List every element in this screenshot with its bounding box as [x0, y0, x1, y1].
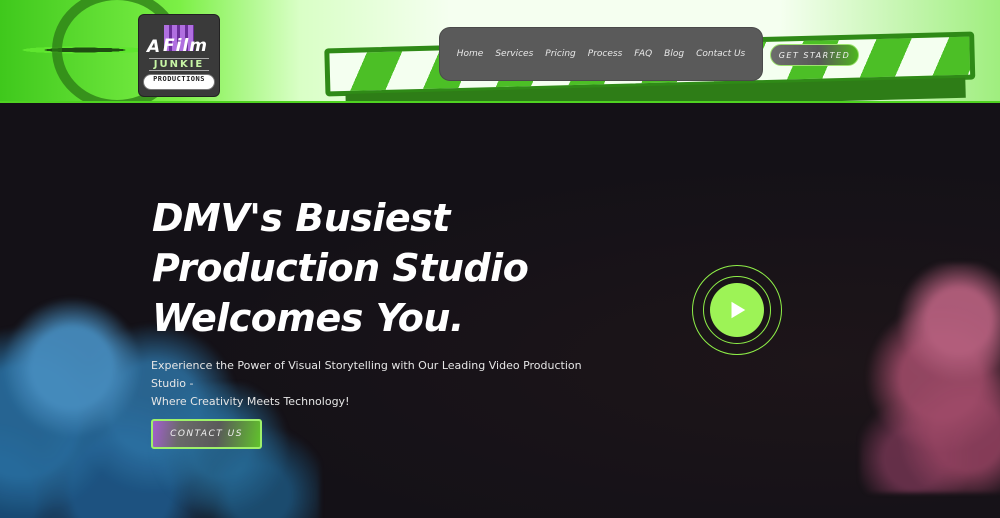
logo-text-a: A [147, 37, 161, 57]
logo-text-film: Film [163, 36, 208, 56]
play-icon [731, 301, 746, 319]
get-started-button[interactable]: GET STARTED [770, 44, 859, 66]
site-header: A Film JUNKIE PRODUCTIONS Home Services … [0, 0, 1000, 103]
nav-item-home[interactable]: Home [451, 49, 490, 59]
hero-subtitle-line-1: Experience the Power of Visual Storytell… [151, 359, 582, 390]
hero-title-line-1: DMV's Busiest [152, 196, 450, 240]
hero-section: DMV's Busiest Production Studio Welcomes… [0, 103, 1000, 518]
logo-text-junkie: JUNKIE [149, 58, 209, 71]
hero-title-line-3: Welcomes You. [152, 296, 464, 340]
hero-title: DMV's Busiest Production Studio Welcomes… [152, 193, 632, 343]
hero-subtitle-line-2: Where Creativity Meets Technology! [151, 395, 350, 408]
pink-smoke-decoration [860, 263, 1000, 493]
nav-item-blog[interactable]: Blog [658, 49, 690, 59]
nav-item-services[interactable]: Services [489, 49, 539, 59]
main-navigation: Home Services Pricing Process FAQ Blog C… [440, 28, 762, 80]
nav-item-faq[interactable]: FAQ [628, 49, 658, 59]
hero-title-line-2: Production Studio [152, 246, 529, 290]
site-logo[interactable]: A Film JUNKIE PRODUCTIONS [139, 15, 219, 96]
hero-subtitle: Experience the Power of Visual Storytell… [151, 357, 591, 411]
nav-item-pricing[interactable]: Pricing [539, 49, 582, 59]
play-video-button[interactable] [710, 283, 764, 337]
nav-item-process[interactable]: Process [582, 49, 629, 59]
contact-us-button[interactable]: CONTACT US [151, 419, 262, 449]
logo-text-productions: PRODUCTIONS [143, 74, 215, 90]
nav-item-contact-us[interactable]: Contact Us [690, 49, 751, 59]
